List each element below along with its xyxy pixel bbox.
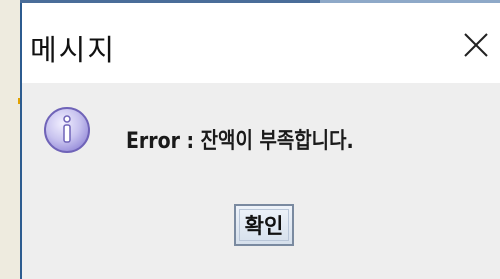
ok-button[interactable]: 확인 bbox=[234, 204, 294, 246]
close-button[interactable] bbox=[452, 21, 500, 69]
message-dialog: 메시지 Error : 잔액이 부족합니다. 확인 bbox=[20, 3, 500, 279]
background-window bbox=[0, 0, 20, 279]
error-message: Error : 잔액이 부족합니다. bbox=[126, 129, 354, 154]
ok-button-focus-ring bbox=[239, 209, 289, 241]
dialog-title-bar[interactable]: 메시지 bbox=[22, 3, 500, 83]
dialog-title: 메시지 bbox=[30, 33, 117, 67]
close-icon bbox=[464, 33, 488, 57]
dialog-content: Error : 잔액이 부족합니다. 확인 bbox=[22, 83, 500, 279]
info-icon bbox=[44, 107, 90, 153]
